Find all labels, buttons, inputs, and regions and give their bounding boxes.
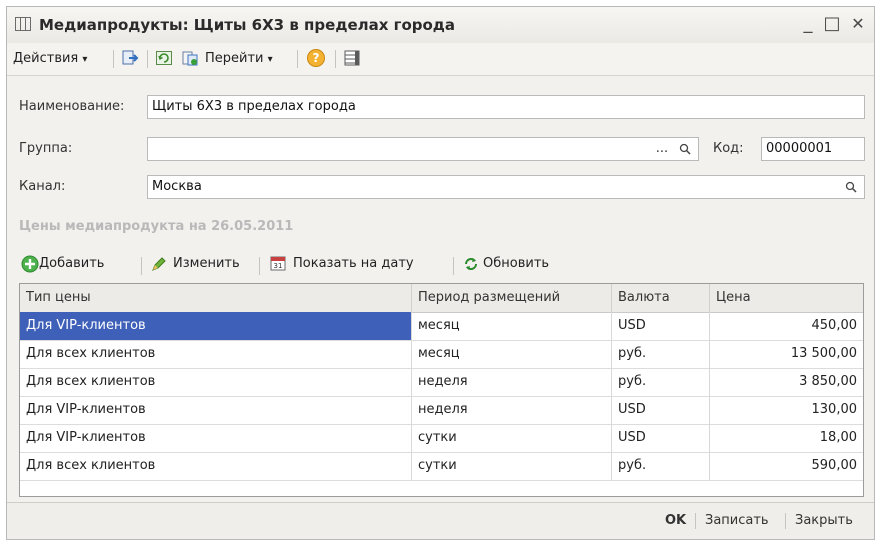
cell-price-type: Для всех клиентов (20, 452, 412, 480)
window-title: Медиапродукты: Щиты 6Х3 в пределах город… (39, 16, 456, 34)
footer-divider (695, 513, 696, 529)
calendar-icon[interactable]: 31 (269, 254, 287, 272)
title-bar: Медиапродукты: Щиты 6Х3 в пределах город… (7, 7, 874, 44)
ok-button[interactable]: OK (665, 511, 686, 531)
cell-period: неделя (412, 396, 612, 424)
cell-price-type: Для всех клиентов (20, 368, 412, 396)
cell-currency: USD (612, 312, 710, 340)
copy-document-icon[interactable] (181, 49, 199, 67)
actions-menu[interactable]: Действия ▾ (13, 48, 87, 70)
cell-price: 3 850,00 (799, 374, 857, 389)
add-button[interactable]: Добавить (39, 254, 104, 274)
cell-price: 13 500,00 (790, 346, 857, 361)
cell-period: месяц (412, 312, 612, 340)
cell-price: 18,00 (819, 430, 857, 445)
table-row[interactable]: Для VIP-клиентов месяц USD 450,00 (20, 312, 863, 341)
cell-currency: руб. (612, 340, 710, 368)
cell-price: 590,00 (811, 458, 858, 473)
cell-price-type: Для всех клиентов (20, 340, 412, 368)
group-field[interactable]: ... (147, 137, 699, 161)
name-field[interactable]: Щиты 6Х3 в пределах города (147, 95, 865, 119)
close-button[interactable]: ✕ (847, 13, 869, 35)
name-label: Наименование: (19, 99, 125, 114)
save-and-close-icon[interactable] (121, 49, 139, 67)
main-toolbar: Действия ▾ Перейти ▾ ? (7, 43, 874, 76)
prices-section-title: Цены медиапродукта на 26.05.2011 (19, 219, 294, 234)
chevron-down-icon: ▾ (267, 54, 273, 65)
column-header-period[interactable]: Период размещений (412, 284, 612, 312)
channel-field[interactable]: Москва (147, 175, 865, 199)
media-product-window: Медиапродукты: Щиты 6Х3 в пределах город… (6, 6, 875, 540)
close-dialog-button[interactable]: Закрыть (795, 511, 853, 531)
cell-price: 130,00 (811, 402, 858, 417)
table-row[interactable]: Для всех клиентов месяц руб. 13 500,00 (20, 340, 863, 369)
column-header-price-type[interactable]: Тип цены (20, 284, 412, 312)
actions-label: Действия (13, 51, 79, 66)
table-row[interactable]: Для VIP-клиентов неделя USD 130,00 (20, 396, 863, 425)
toolbar-divider (259, 257, 260, 275)
cell-currency: USD (612, 424, 710, 452)
cell-period: сутки (412, 452, 612, 480)
column-header-price[interactable]: Цена (710, 284, 863, 312)
table-header: Тип цены Период размещений Валюта Цена (20, 284, 863, 313)
cell-price: 450,00 (811, 318, 858, 333)
refresh-icon[interactable] (463, 256, 479, 272)
cell-price-type: Для VIP-клиентов (20, 396, 412, 424)
svg-text:31: 31 (274, 262, 283, 270)
column-header-currency[interactable]: Валюта (612, 284, 710, 312)
cell-period: месяц (412, 340, 612, 368)
prices-table: Тип цены Период размещений Валюта Цена Д… (19, 283, 864, 497)
edit-button[interactable]: Изменить (173, 254, 240, 274)
table-row[interactable]: Для всех клиентов неделя руб. 3 850,00 (20, 368, 863, 397)
table-icon (15, 17, 31, 31)
goto-menu[interactable]: Перейти ▾ (205, 48, 273, 70)
list-settings-icon[interactable] (343, 49, 361, 67)
table-row[interactable]: Для всех клиентов сутки руб. 590,00 (20, 452, 863, 481)
save-button[interactable]: Записать (705, 511, 769, 531)
chevron-down-icon: ▾ (82, 54, 88, 65)
cell-currency: руб. (612, 368, 710, 396)
channel-label: Канал: (19, 179, 66, 194)
toolbar-divider (147, 50, 148, 68)
cell-period: сутки (412, 424, 612, 452)
help-icon[interactable]: ? (307, 49, 325, 67)
cell-price-type: Для VIP-клиентов (20, 312, 412, 340)
maximize-button[interactable]: □ (821, 13, 843, 35)
pencil-icon[interactable] (151, 256, 167, 272)
cell-currency: USD (612, 396, 710, 424)
add-icon[interactable] (21, 255, 39, 273)
toolbar-divider (141, 257, 142, 275)
code-label: Код: (713, 141, 744, 156)
show-on-date-button[interactable]: Показать на дату (293, 254, 414, 274)
search-icon[interactable] (674, 138, 696, 160)
cell-price-type: Для VIP-клиентов (20, 424, 412, 452)
toolbar-divider (453, 257, 454, 275)
group-select-button[interactable]: ... (652, 138, 672, 160)
reread-icon[interactable] (155, 49, 173, 67)
table-row[interactable]: Для VIP-клиентов сутки USD 18,00 (20, 424, 863, 453)
cell-period: неделя (412, 368, 612, 396)
toolbar-divider (297, 50, 298, 68)
footer-divider (785, 513, 786, 529)
group-label: Группа: (19, 141, 73, 156)
minimize-button[interactable]: _ (797, 13, 819, 35)
goto-label: Перейти (205, 51, 264, 66)
search-icon[interactable] (840, 176, 862, 198)
toolbar-divider (113, 50, 114, 68)
code-field[interactable]: 00000001 (761, 137, 865, 161)
dialog-footer: OK Записать Закрыть (7, 502, 874, 539)
toolbar-divider (335, 50, 336, 68)
refresh-button[interactable]: Обновить (483, 254, 549, 274)
cell-currency: руб. (612, 452, 710, 480)
